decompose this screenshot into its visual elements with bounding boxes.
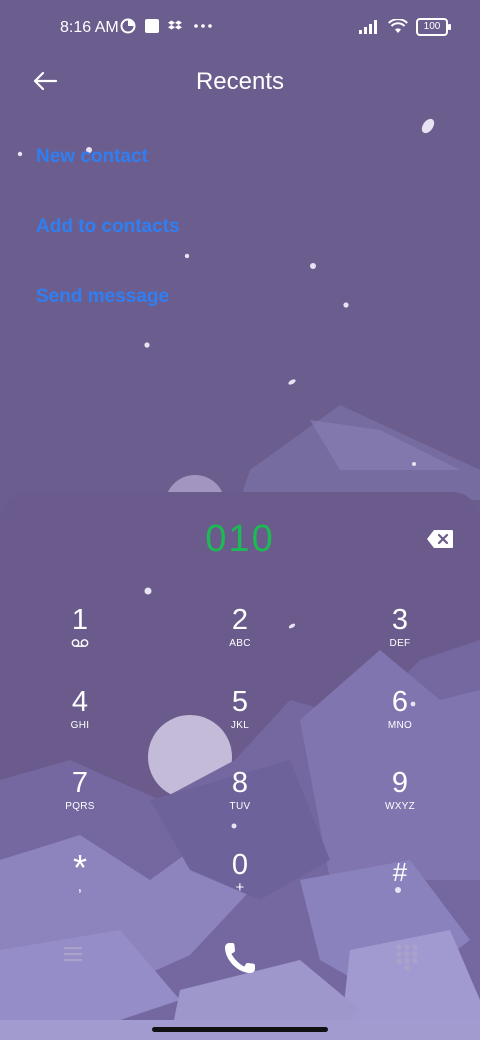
dialpad-icon [396,944,418,971]
key-digit: 2 [231,604,249,636]
key-digit: 1 [71,604,89,636]
bottom-bar [0,926,480,996]
voicemail-icon [71,639,89,647]
menu-icon [64,947,82,962]
key-digit: 7 [71,767,89,799]
key-letters: GHI [70,720,90,731]
more-dots-icon [194,24,212,28]
key-letters: DEF [389,638,411,649]
status-left-icons [120,18,216,34]
key-digit: 0 [231,849,249,881]
signal-icon [359,20,377,34]
battery-icon: 100 [416,18,451,36]
key-digit: 8 [231,767,249,799]
action-list: New contact Add to contacts Send message [36,146,180,356]
key-digit: 5 [231,686,249,718]
key-9[interactable]: 9 WXYZ [350,767,450,847]
menu-button[interactable] [60,942,88,966]
status-right-icons: 100 [358,18,451,36]
key-hash[interactable]: # [350,856,450,936]
key-letters: ABC [229,638,251,649]
key-8[interactable]: 8 TUV [190,767,290,847]
status-bar: 8:16 AM 100 [0,0,480,56]
key-letters: TUV [229,801,251,812]
status-time: 8:16 AM [60,19,119,36]
dialpad-toggle-button[interactable] [394,942,420,972]
new-contact-link[interactable]: New contact [36,146,180,168]
key-3[interactable]: 3 DEF [350,604,450,684]
key-digit: 3 [391,604,409,636]
add-to-contacts-link[interactable]: Add to contacts [36,216,180,238]
key-star[interactable]: * , [30,850,130,932]
key-4[interactable]: 4 GHI [30,686,130,766]
home-indicator[interactable] [152,1027,328,1032]
key-digit: # [392,857,408,887]
key-letters: PQRS [65,801,95,812]
key-letters: WXYZ [384,801,416,812]
data-saver-icon [120,18,136,34]
key-0[interactable]: 0 + [190,849,290,929]
page-title: Recents [195,68,285,95]
key-2[interactable]: 2 ABC [190,604,290,684]
header: Recents [0,56,480,106]
key-digit: 4 [71,686,89,718]
key-1[interactable]: 1 [30,604,130,684]
wifi-icon [388,19,408,33]
key-digit: 9 [391,767,409,799]
key-digit: 6 [391,686,409,718]
call-button[interactable] [220,938,260,978]
square-notification-icon [145,19,159,33]
backspace-button[interactable] [426,529,454,549]
key-letters: , [77,878,83,895]
phone-call-icon [225,943,255,973]
key-5[interactable]: 5 JKL [190,686,290,766]
dialed-number[interactable]: 010 [0,518,480,561]
backspace-icon [427,530,453,548]
key-letters: JKL [230,720,250,731]
key-6[interactable]: 6 MNO [350,686,450,766]
key-letters: + [235,879,245,896]
send-message-link[interactable]: Send message [36,286,180,308]
dropbox-icon [168,20,182,30]
key-7[interactable]: 7 PQRS [30,767,130,847]
key-letters: MNO [387,720,413,731]
